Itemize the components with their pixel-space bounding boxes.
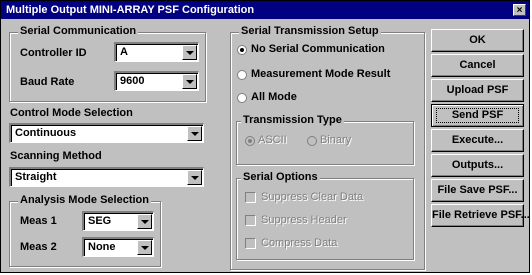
meas1-label: Meas 1: [20, 215, 57, 227]
checkbox-suppress-header-label[interactable]: Suppress Header: [261, 214, 347, 226]
serial-options-group: Serial Options Suppress Clear Data Suppr…: [236, 171, 414, 260]
upload-psf-button[interactable]: Upload PSF: [431, 79, 524, 102]
close-icon[interactable]: ×: [513, 4, 526, 16]
radio-all-mode-label[interactable]: All Mode: [251, 91, 297, 103]
checkbox-suppress-header[interactable]: [245, 215, 256, 226]
chevron-down-icon[interactable]: [182, 74, 197, 89]
control-mode-value: Continuous: [15, 127, 77, 139]
radio-binary[interactable]: [307, 136, 317, 146]
chevron-down-icon[interactable]: [187, 170, 202, 185]
controller-id-select[interactable]: A: [114, 42, 199, 62]
transmission-type-title: Transmission Type: [241, 114, 344, 126]
file-save-psf-button[interactable]: File Save PSF...: [431, 179, 524, 202]
radio-no-serial-label[interactable]: No Serial Communication: [251, 43, 385, 55]
chevron-down-icon[interactable]: [187, 126, 202, 141]
file-retrieve-psf-button[interactable]: File Retrieve PSF...: [431, 204, 530, 227]
baud-rate-label: Baud Rate: [20, 76, 75, 88]
radio-measurement-result-label[interactable]: Measurement Mode Result: [251, 68, 390, 80]
serial-options-title: Serial Options: [241, 171, 320, 183]
meas1-value: SEG: [88, 215, 112, 227]
checkbox-suppress-clear[interactable]: [245, 192, 256, 203]
baud-rate-value: 9600: [120, 75, 145, 87]
meas2-value: None: [88, 241, 116, 253]
controller-id-value: A: [120, 46, 128, 58]
send-psf-button[interactable]: Send PSF: [431, 104, 524, 127]
scanning-method-value: Straight: [15, 171, 57, 183]
ok-button[interactable]: OK: [431, 29, 524, 52]
outputs-button[interactable]: Outputs...: [431, 154, 524, 177]
controller-id-label: Controller ID: [20, 47, 87, 59]
scanning-method-label: Scanning Method: [10, 150, 102, 162]
transmission-type-group: Transmission Type ASCII Binary: [236, 114, 414, 165]
radio-no-serial[interactable]: [237, 45, 247, 55]
control-mode-label: Control Mode Selection: [10, 107, 133, 119]
meas2-select[interactable]: None: [82, 237, 154, 257]
execute-button[interactable]: Execute...: [431, 129, 524, 152]
dialog-window: Multiple Output MINI-ARRAY PSF Configura…: [0, 0, 530, 273]
chevron-down-icon[interactable]: [137, 240, 152, 255]
control-mode-select[interactable]: Continuous: [9, 123, 204, 143]
analysis-mode-title: Analysis Mode Selection: [18, 194, 151, 206]
checkbox-compress-data-label[interactable]: Compress Data: [261, 237, 337, 249]
meas2-label: Meas 2: [20, 241, 57, 253]
window-title: Multiple Output MINI-ARRAY PSF Configura…: [6, 4, 255, 16]
serial-transmission-title: Serial Transmission Setup: [239, 25, 381, 37]
serial-transmission-group: Serial Transmission Setup No Serial Comm…: [230, 25, 425, 270]
baud-rate-select[interactable]: 9600: [114, 71, 199, 91]
radio-ascii-label[interactable]: ASCII: [258, 134, 287, 146]
serial-communication-title: Serial Communication: [18, 25, 139, 37]
checkbox-suppress-clear-label[interactable]: Suppress Clear Data: [261, 191, 363, 203]
radio-all-mode[interactable]: [237, 93, 247, 103]
chevron-down-icon[interactable]: [137, 214, 152, 229]
radio-ascii[interactable]: [245, 136, 255, 146]
title-bar[interactable]: Multiple Output MINI-ARRAY PSF Configura…: [1, 1, 529, 19]
scanning-method-select[interactable]: Straight: [9, 167, 204, 187]
radio-binary-label[interactable]: Binary: [320, 134, 351, 146]
meas1-select[interactable]: SEG: [82, 211, 154, 231]
serial-communication-group: Serial Communication Controller ID A Bau…: [9, 25, 206, 102]
analysis-mode-group: Analysis Mode Selection Meas 1 SEG Meas …: [9, 194, 161, 267]
chevron-down-icon[interactable]: [182, 45, 197, 60]
checkbox-compress-data[interactable]: [245, 238, 256, 249]
cancel-button[interactable]: Cancel: [431, 54, 524, 77]
radio-measurement-result[interactable]: [237, 70, 247, 80]
